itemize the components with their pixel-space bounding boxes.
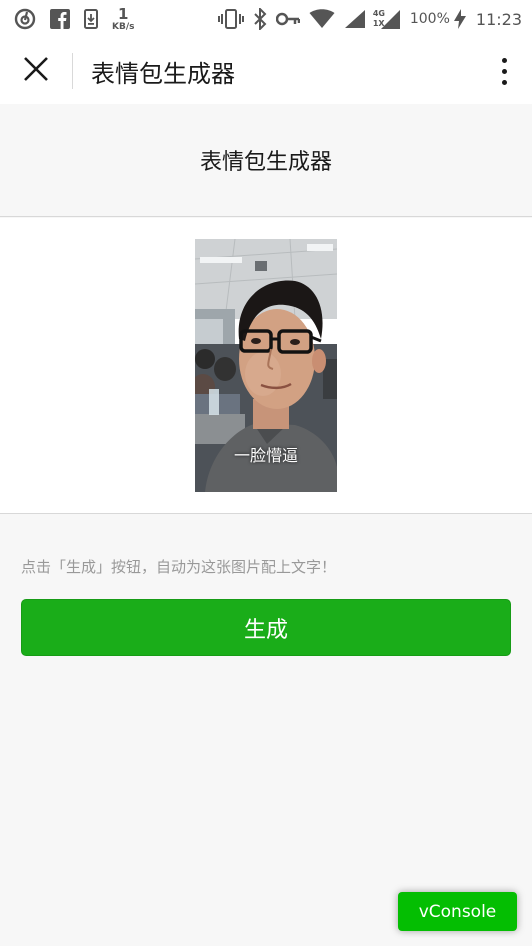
bluetooth-icon: [253, 8, 267, 30]
network-type-bottom: 1X: [372, 19, 385, 28]
download-icon: [84, 9, 98, 29]
status-bar-left: 1 KB/s: [14, 4, 148, 32]
status-bar-right: 4G 1X 100% 11:23: [209, 8, 522, 30]
facebook-icon: [50, 9, 70, 29]
signal-4g-icon: 4G 1X: [372, 8, 401, 30]
image-section: 一脸懵逼: [0, 218, 532, 514]
vconsole-button[interactable]: vConsole: [398, 892, 517, 931]
hint-text: 点击「生成」按钮，自动为这张图片配上文字！: [21, 558, 337, 576]
network-speed-unit: KB/s: [112, 21, 135, 32]
network-speed: 1 KB/s: [112, 4, 135, 32]
page-header: 表情包生成器: [0, 104, 532, 217]
network-type-top: 4G: [372, 9, 385, 18]
signal-icon: [344, 9, 366, 29]
vibrate-icon: [217, 9, 244, 29]
network-speed-value: 1: [118, 4, 129, 23]
generate-button[interactable]: 生成: [21, 599, 511, 656]
close-icon: [23, 56, 49, 86]
battery-charging-icon: [453, 8, 467, 30]
meme-caption: 一脸懵逼: [233, 446, 298, 465]
more-options-button[interactable]: [476, 38, 532, 104]
meme-image: 一脸懵逼: [195, 239, 337, 492]
page-title: 表情包生成器: [199, 150, 332, 175]
wifi-icon: [309, 9, 335, 29]
window-title: 表情包生成器: [91, 59, 235, 88]
title-bar: 表情包生成器: [0, 38, 532, 104]
status-bar: 1 KB/s 4G 1X 100% 11:23: [0, 0, 532, 38]
vpn-key-icon: [275, 12, 300, 26]
battery-percent: 100%: [409, 11, 450, 27]
title-divider: [72, 53, 73, 89]
more-icon: [501, 57, 507, 63]
clock: 11:23: [475, 9, 522, 29]
netease-music-icon: [14, 8, 36, 30]
close-button[interactable]: [0, 38, 72, 104]
